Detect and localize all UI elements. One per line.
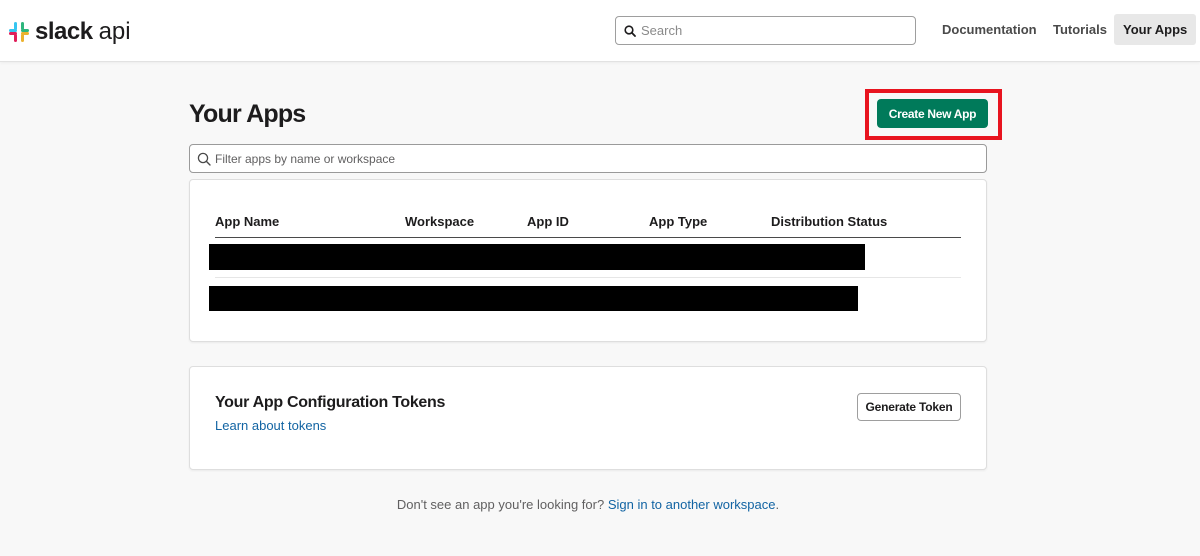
nav-documentation[interactable]: Documentation — [933, 14, 1046, 45]
footer-note: Don't see an app you're looking for? Sig… — [0, 497, 1176, 512]
search-input[interactable] — [641, 23, 901, 38]
column-header-app-type[interactable]: App Type — [649, 214, 707, 229]
filter-apps-input[interactable] — [215, 151, 955, 166]
create-new-app-button[interactable]: Create New App — [877, 99, 988, 128]
column-header-app-name[interactable]: App Name — [215, 214, 279, 229]
filter-box[interactable] — [189, 144, 987, 173]
slack-api-logo[interactable]: slack api — [8, 18, 131, 46]
page-title: Your Apps — [189, 100, 306, 128]
search-icon — [624, 24, 636, 37]
column-header-workspace[interactable]: Workspace — [405, 214, 474, 229]
generate-token-button[interactable]: Generate Token — [857, 393, 961, 421]
column-header-distribution-status[interactable]: Distribution Status — [771, 214, 887, 229]
logo-api-text: api — [98, 18, 131, 45]
sign-in-workspace-link[interactable]: Sign in to another workspace — [608, 497, 776, 512]
table-row-redacted[interactable] — [209, 244, 865, 270]
column-header-app-id[interactable]: App ID — [527, 214, 569, 229]
search-box[interactable] — [615, 16, 916, 45]
slack-logo-icon — [9, 22, 29, 42]
learn-about-tokens-link[interactable]: Learn about tokens — [215, 418, 326, 433]
table-row-divider — [215, 277, 961, 278]
config-tokens-title: Your App Configuration Tokens — [215, 394, 446, 411]
search-icon — [197, 152, 211, 166]
nav-your-apps[interactable]: Your Apps — [1114, 14, 1197, 45]
top-header: slack api Documentation Tutorials Your A… — [0, 0, 1200, 62]
footer-note-suffix: . — [775, 497, 780, 512]
table-header-divider — [215, 237, 961, 238]
nav-tutorials[interactable]: Tutorials — [1044, 14, 1116, 45]
logo-slack-text: slack — [35, 18, 93, 45]
footer-note-text: Don't see an app you're looking for? — [396, 497, 605, 512]
table-row-redacted[interactable] — [209, 286, 858, 311]
